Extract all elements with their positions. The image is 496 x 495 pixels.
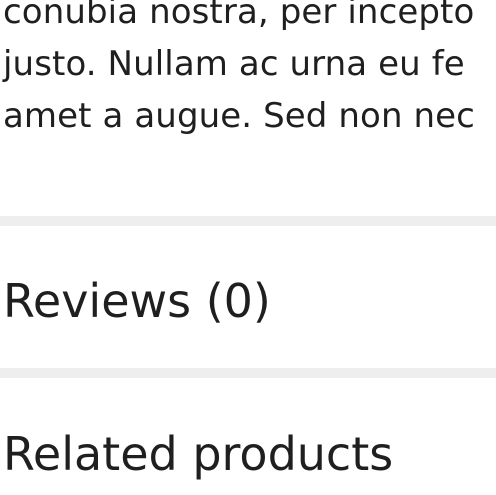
- description-line-1: conubia nostra, per incepto: [3, 0, 475, 32]
- section-divider: [0, 216, 496, 226]
- section-divider: [0, 368, 496, 378]
- description-line-2: justo. Nullam ac urna eu fe: [3, 44, 465, 84]
- related-products-heading: Related products: [3, 427, 394, 481]
- product-description: conubia nostra, per incepto justo. Nulla…: [3, 0, 496, 142]
- reviews-heading: Reviews (0): [3, 274, 271, 328]
- description-line-3: amet a augue. Sed non nec: [3, 96, 475, 136]
